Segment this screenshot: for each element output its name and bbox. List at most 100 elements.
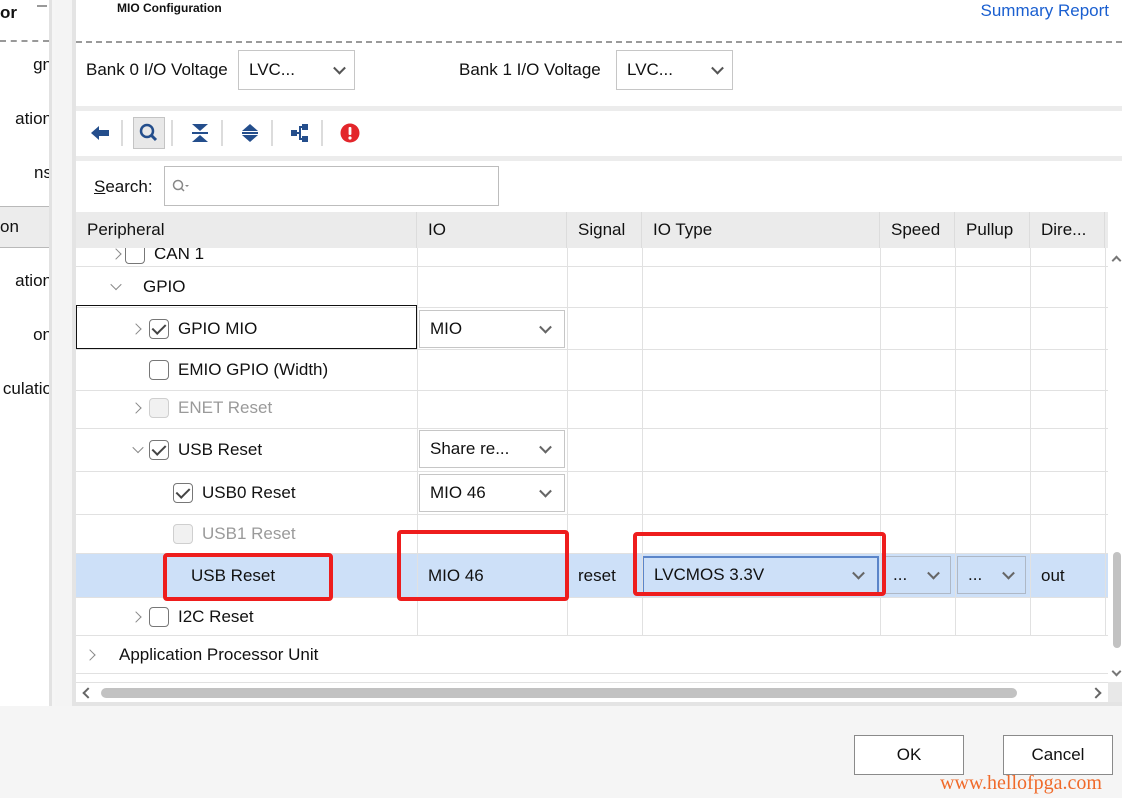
- expand-all-button[interactable]: [234, 117, 266, 149]
- column-header-direction[interactable]: Dire...: [1030, 212, 1105, 248]
- io-select[interactable]: Share re...: [419, 430, 565, 468]
- search-label-accel: S: [94, 177, 106, 196]
- chevron-down-icon: [927, 566, 940, 580]
- table-row[interactable]: USB1 Reset: [76, 515, 1108, 554]
- column-header-pullup[interactable]: Pullup: [955, 212, 1030, 248]
- collapse-all-icon: [192, 124, 208, 142]
- nav-item[interactable]: culatio: [0, 369, 52, 409]
- watermark: www.hellofpga.com: [940, 772, 1102, 794]
- chevron-down-icon: [711, 61, 724, 75]
- column-header-speed[interactable]: Speed: [880, 212, 955, 248]
- peripheral-name: I2C Reset: [178, 606, 254, 626]
- hierarchy-icon: [291, 124, 308, 142]
- column-header-peripheral[interactable]: Peripheral: [76, 212, 417, 248]
- peripheral-name: USB0 Reset: [202, 483, 296, 502]
- direction-value: out: [1041, 565, 1065, 585]
- expand-icon[interactable]: [130, 402, 142, 414]
- expand-all-icon: [242, 124, 258, 142]
- expand-icon[interactable]: [84, 648, 96, 661]
- back-button[interactable]: [84, 117, 116, 149]
- checkbox[interactable]: [149, 360, 169, 380]
- search-label-text: earch:: [105, 177, 153, 196]
- horizontal-scroll-thumb[interactable]: [101, 688, 1017, 698]
- nav-item-label: on: [0, 217, 19, 236]
- nav-item-label: on: [33, 325, 52, 344]
- cancel-button[interactable]: Cancel: [1003, 735, 1113, 775]
- chevron-down-icon: [1002, 566, 1015, 580]
- io-select[interactable]: MIO 46: [419, 474, 565, 512]
- peripheral-name: GPIO: [143, 277, 186, 296]
- speed-select[interactable]: ...: [882, 556, 951, 594]
- nav-item-label: ns: [34, 163, 52, 182]
- bank1-voltage-select[interactable]: LVC...: [616, 50, 733, 90]
- scroll-corner: [1108, 682, 1122, 702]
- checkbox-checked[interactable]: [149, 439, 169, 460]
- annotation-highlight-peripheral: [163, 553, 333, 601]
- table-row[interactable]: EMIO GPIO (Width): [76, 350, 1108, 391]
- bank1-voltage-value: LVC...: [627, 60, 673, 79]
- collapse-icon[interactable]: [132, 441, 144, 453]
- chevron-down-icon: [539, 440, 552, 454]
- peripheral-name: Application Processor Unit: [119, 644, 319, 664]
- summary-report-link[interactable]: Summary Report: [981, 1, 1109, 21]
- checkbox-disabled: [173, 524, 193, 544]
- bank0-voltage-label: Bank 0 I/O Voltage: [86, 60, 228, 79]
- nav-item[interactable]: ns: [0, 153, 52, 193]
- divider: [76, 156, 1122, 161]
- io-select[interactable]: MIO: [419, 310, 565, 348]
- column-header-signal[interactable]: Signal: [567, 212, 642, 248]
- scroll-up-icon[interactable]: [1111, 255, 1122, 266]
- pullup-select[interactable]: ...: [957, 556, 1026, 594]
- show-errors-button[interactable]: [334, 117, 366, 149]
- table-row[interactable]: USB Reset Share re...: [76, 428, 1108, 472]
- divider: [76, 41, 1122, 43]
- expand-icon[interactable]: [110, 248, 122, 261]
- table-row[interactable]: USB0 Reset MIO 46: [76, 472, 1108, 515]
- peripheral-table: Peripheral IO Signal IO Type Speed Pullu…: [76, 212, 1108, 682]
- panel-splitter[interactable]: [55, 0, 72, 706]
- table-row[interactable]: Application Processor Unit: [76, 636, 1108, 674]
- collapse-icon[interactable]: [110, 278, 122, 291]
- bank0-voltage-value: LVC...: [249, 60, 295, 79]
- minimize-icon[interactable]: [37, 5, 47, 7]
- nav-item-active[interactable]: on: [0, 206, 49, 248]
- chevron-down-icon: [333, 61, 346, 75]
- column-header-io[interactable]: IO: [417, 212, 567, 248]
- chevron-down-icon: [539, 484, 552, 498]
- mio-configuration-panel: MIO Configuration Summary Report Bank 0 …: [72, 0, 1122, 706]
- nav-item[interactable]: ation: [0, 261, 49, 301]
- column-header-io-type[interactable]: IO Type: [642, 212, 880, 248]
- table-row[interactable]: ENET Reset: [76, 388, 1108, 429]
- scroll-down-icon[interactable]: [1111, 666, 1122, 677]
- nav-item[interactable]: gn: [0, 45, 49, 85]
- nav-item-label: culatio: [2, 379, 52, 398]
- collapse-all-button[interactable]: [184, 117, 216, 149]
- io-value: MIO: [430, 319, 463, 338]
- table-header-overlay: Peripheral IO Signal IO Type Speed Pullu…: [76, 212, 1108, 248]
- vertical-scroll-thumb[interactable]: [1113, 552, 1121, 648]
- scroll-right-icon[interactable]: [1090, 687, 1102, 699]
- divider: [76, 106, 1122, 111]
- scroll-left-icon[interactable]: [82, 687, 94, 699]
- search-icon: [139, 123, 158, 142]
- nav-item[interactable]: ation: [0, 99, 49, 139]
- checkbox[interactable]: [149, 606, 169, 627]
- search-label: Search:: [94, 177, 153, 197]
- peripheral-name: ENET Reset: [178, 398, 273, 417]
- bank0-voltage-select[interactable]: LVC...: [238, 50, 355, 90]
- search-toggle-button[interactable]: [133, 117, 165, 149]
- hierarchy-button[interactable]: [284, 117, 316, 149]
- table-row[interactable]: I2C Reset: [76, 598, 1108, 636]
- table-row[interactable]: GPIO: [76, 267, 1108, 308]
- checkbox-checked[interactable]: [173, 483, 193, 503]
- search-input[interactable]: [164, 166, 499, 206]
- error-icon: [340, 123, 360, 143]
- column-divider: [1030, 248, 1031, 636]
- expand-icon[interactable]: [130, 610, 142, 623]
- io-value: Share re...: [430, 439, 510, 458]
- column-divider: [1105, 248, 1106, 636]
- vertical-scrollbar[interactable]: [1111, 248, 1122, 682]
- nav-item[interactable]: on: [0, 315, 52, 355]
- horizontal-scrollbar[interactable]: [76, 682, 1108, 702]
- ok-button[interactable]: OK: [854, 735, 964, 775]
